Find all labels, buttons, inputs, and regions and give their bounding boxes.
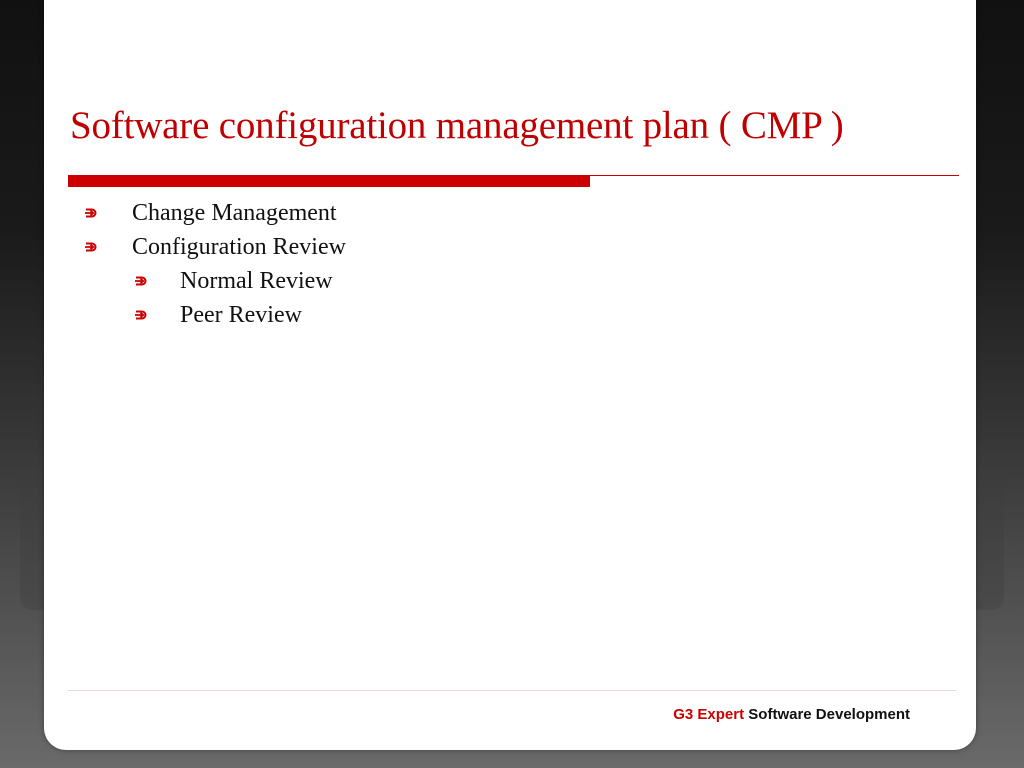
slide: Software configuration management plan (… bbox=[44, 0, 976, 750]
sub-bullet-item: Peer Review bbox=[132, 300, 302, 330]
bullet-text: Peer Review bbox=[180, 301, 302, 328]
circled-arrow-right-icon bbox=[82, 238, 100, 256]
footer-divider bbox=[68, 690, 956, 691]
bullet-text: Configuration Review bbox=[132, 233, 346, 260]
bullet-text: Normal Review bbox=[180, 267, 333, 294]
footer-text: Software Development bbox=[748, 706, 910, 723]
bullet-list: Change Management Configuration Review N… bbox=[44, 0, 976, 750]
bullet-item: Configuration Review bbox=[82, 232, 346, 262]
circled-arrow-right-icon bbox=[82, 204, 100, 222]
circled-arrow-right-icon bbox=[132, 306, 150, 324]
bullet-text: Change Management bbox=[132, 199, 337, 226]
sub-bullet-item: Normal Review bbox=[132, 266, 333, 296]
footer-brand: G3 Expert bbox=[673, 706, 745, 723]
footer: G3 Expert Software Development bbox=[673, 706, 910, 723]
circled-arrow-right-icon bbox=[132, 272, 150, 290]
bullet-item: Change Management bbox=[82, 198, 337, 228]
